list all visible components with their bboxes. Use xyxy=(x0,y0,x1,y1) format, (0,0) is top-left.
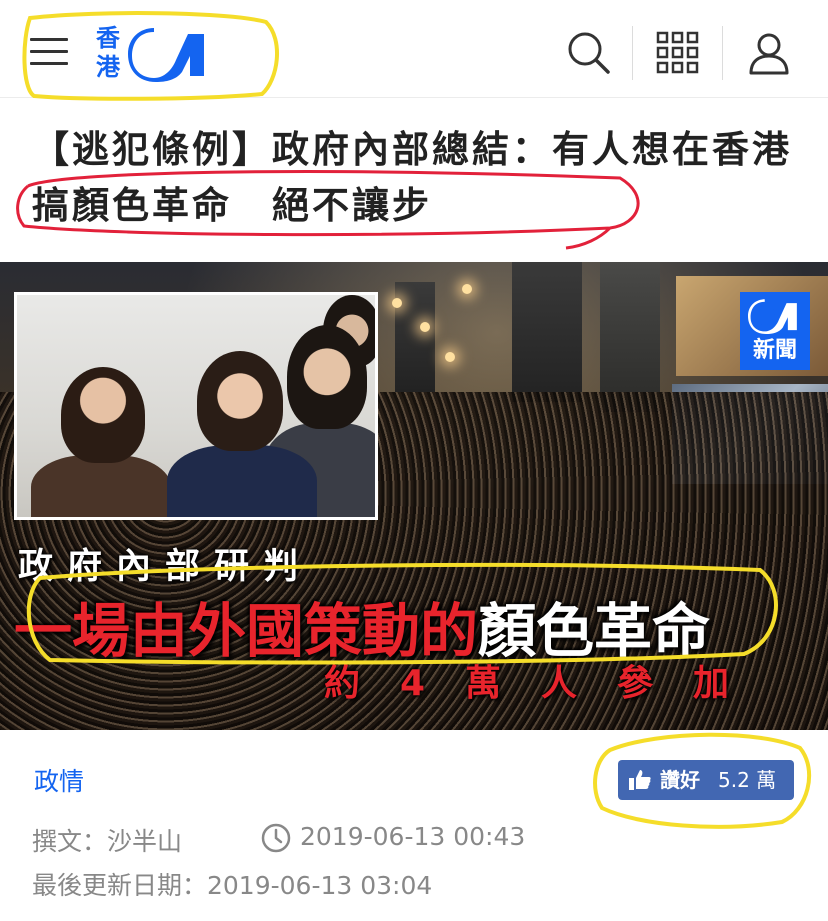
news-badge-label: 新聞 xyxy=(752,338,797,363)
like-label: 讚好 xyxy=(660,768,700,792)
thumbs-up-icon xyxy=(629,770,651,790)
building xyxy=(395,282,435,392)
grid-icon[interactable] xyxy=(655,30,701,76)
user-icon[interactable] xyxy=(746,30,792,76)
updated-date: 最後更新日期：2019-06-13 03:04 xyxy=(32,871,433,900)
header-divider xyxy=(722,26,723,80)
facebook-like-button[interactable]: 讚好 5.2 萬 xyxy=(618,760,794,800)
person xyxy=(31,455,171,517)
street-light xyxy=(445,352,455,362)
search-icon[interactable] xyxy=(566,30,612,76)
author-byline: 撰文：沙半山 xyxy=(32,827,183,856)
street-light xyxy=(462,284,472,294)
like-count: 5.2 萬 xyxy=(718,768,777,792)
clock-icon xyxy=(261,823,291,853)
header-divider xyxy=(632,26,633,80)
building xyxy=(512,262,582,402)
person xyxy=(287,325,367,429)
site-logo[interactable]: 香港 xyxy=(96,24,214,84)
site-header: 香港 xyxy=(0,0,828,98)
category-link[interactable]: 政情 xyxy=(34,762,84,798)
person xyxy=(167,445,317,517)
news-badge: 新聞 xyxy=(740,292,810,370)
logo-01-mark xyxy=(748,299,797,334)
person xyxy=(61,367,145,463)
logo-01-mark xyxy=(128,28,204,82)
street-light xyxy=(392,298,402,308)
published-date: 2019-06-13 00:43 xyxy=(300,822,526,851)
menu-icon[interactable] xyxy=(30,38,68,68)
officials-photo-inset xyxy=(14,292,378,520)
article-title: 【逃犯條例】政府內部總結：有人想在香港搞顏色革命 絕不讓步 xyxy=(32,128,792,227)
hero-caption-line1: 政府內部研判 xyxy=(18,547,313,587)
hero-image[interactable]: 新聞 政府內部研判 一場由外國策動的顏色革命 約4萬人參加 xyxy=(0,262,828,730)
logo-text: 香港 xyxy=(96,24,120,81)
street-light xyxy=(420,322,430,332)
hero-caption-line3: 約4萬人參加 xyxy=(324,663,770,704)
person xyxy=(197,351,283,451)
building xyxy=(600,262,660,412)
